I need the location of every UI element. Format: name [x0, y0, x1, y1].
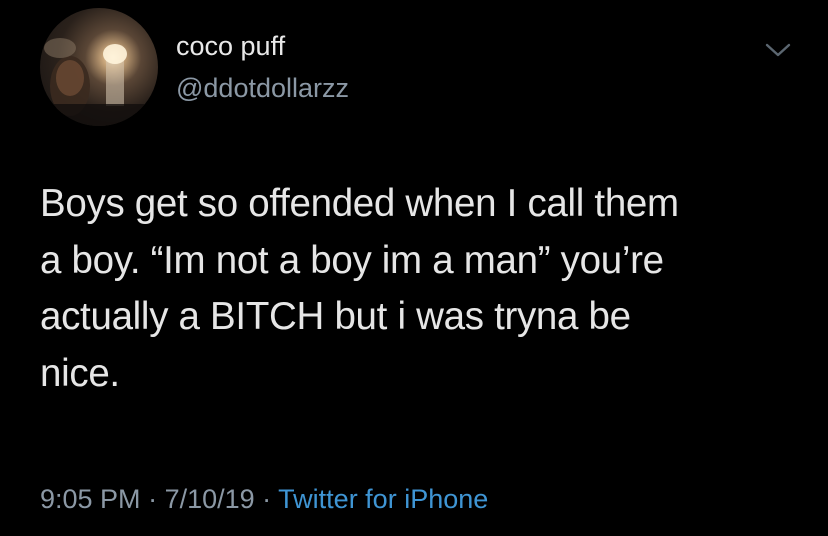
tweet-metadata: 9:05 PM · 7/10/19 · Twitter for iPhone — [40, 481, 488, 517]
tweet-date[interactable]: 7/10/19 — [165, 484, 255, 514]
tweet-card: coco puff @ddotdollarzz Boys get so offe… — [0, 0, 828, 536]
tweet-text: Boys get so offended when I call them a … — [40, 182, 679, 395]
user-handle[interactable]: @ddotdollarzz — [176, 72, 349, 104]
avatar-image — [40, 38, 158, 126]
tweet-time[interactable]: 9:05 PM — [40, 484, 141, 514]
separator: · — [254, 484, 279, 514]
separator: · — [140, 484, 165, 514]
avatar[interactable] — [40, 8, 158, 126]
display-name[interactable]: coco puff — [176, 30, 285, 62]
chevron-down-icon[interactable] — [764, 40, 792, 60]
tweet-source-link[interactable]: Twitter for iPhone — [278, 484, 488, 514]
